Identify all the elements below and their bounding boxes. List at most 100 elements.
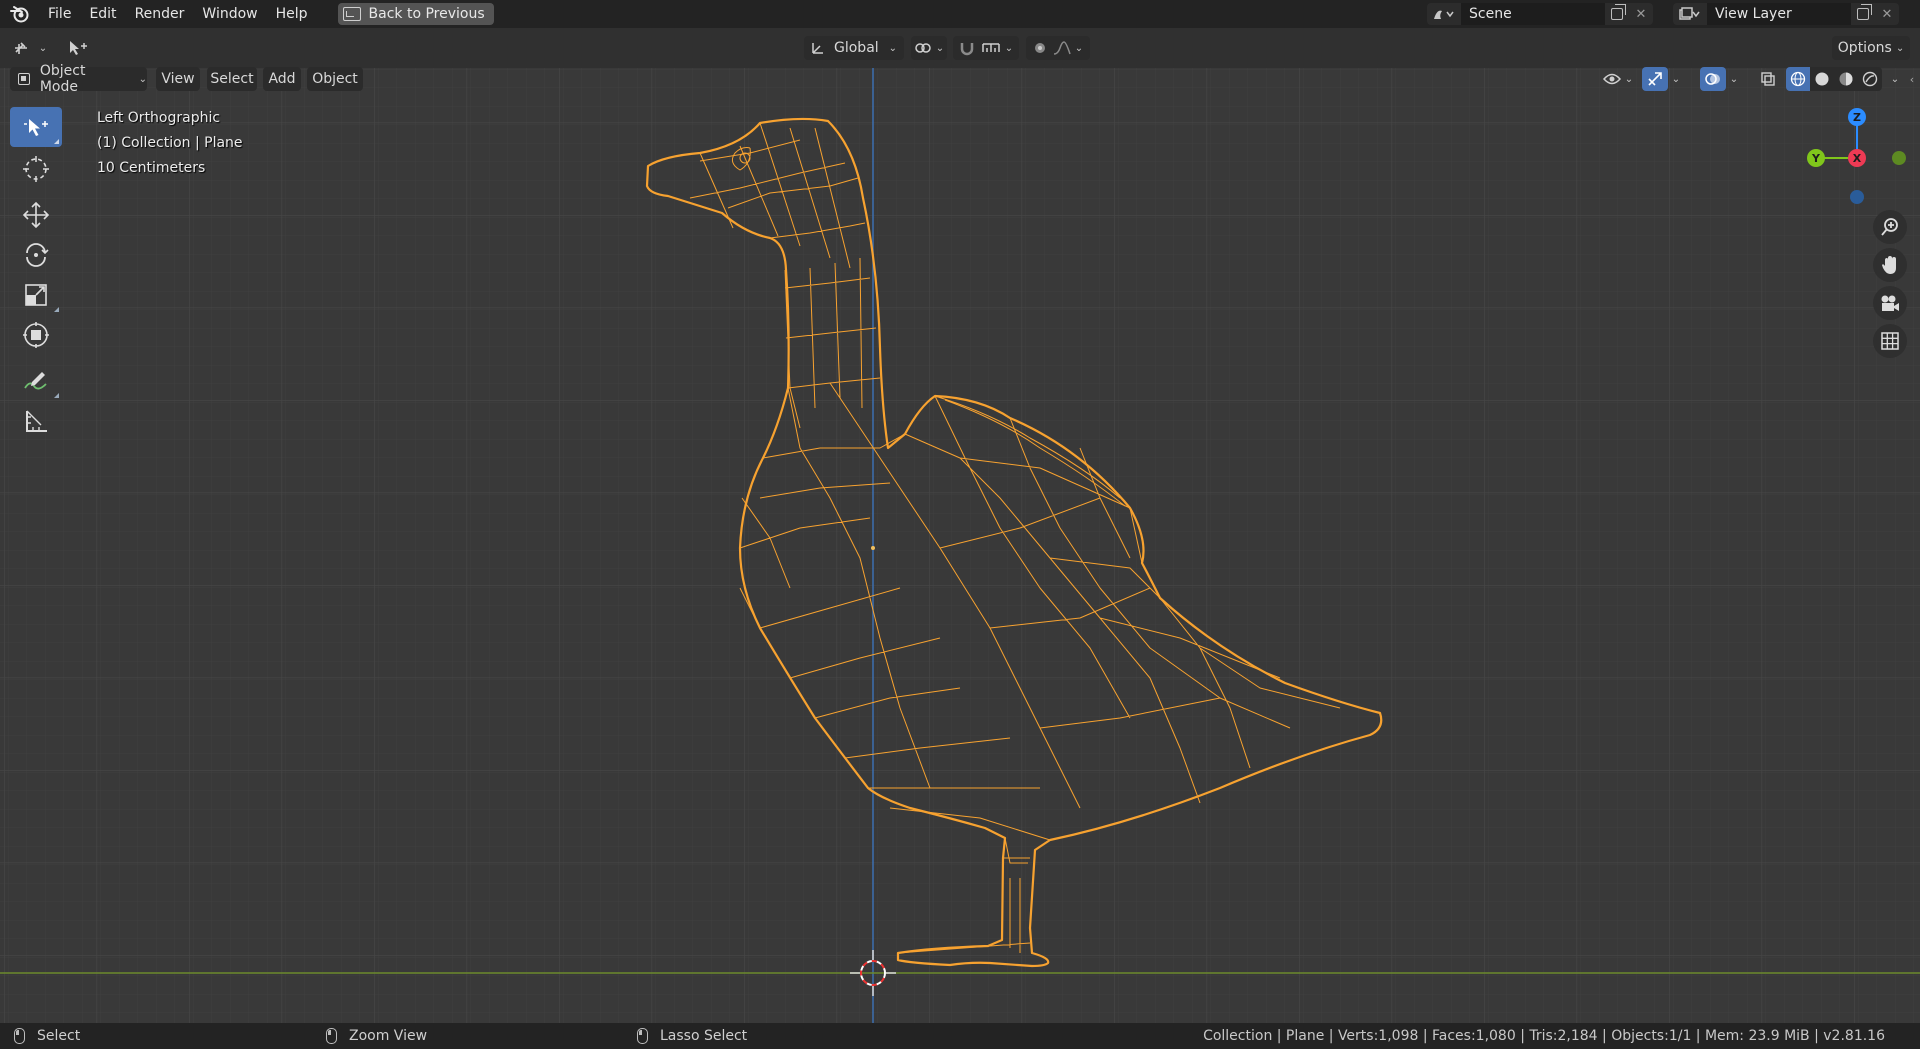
ruler-icon xyxy=(26,410,47,432)
tool-shelf xyxy=(10,107,62,441)
menu-view[interactable]: View xyxy=(156,67,200,91)
chevron-left-icon: ‹ xyxy=(1909,72,1915,86)
xray-toggle[interactable] xyxy=(1756,67,1780,91)
cursor-icon xyxy=(70,41,87,55)
toggle-perspective-button[interactable] xyxy=(1873,324,1907,358)
back-to-previous-button[interactable]: Back to Previous xyxy=(337,3,494,25)
annotate-pencil-icon xyxy=(24,372,47,390)
mouse-middle-icon xyxy=(326,1028,337,1044)
shading-dropdown[interactable]: ⌄ xyxy=(1886,67,1904,91)
transform-orientation-dropdown[interactable]: Global ⌄ xyxy=(804,36,904,60)
mouse-right-icon xyxy=(637,1028,648,1044)
select-box-tool[interactable] xyxy=(10,107,62,147)
gizmo-x-axis[interactable]: X xyxy=(1848,149,1866,167)
visibility-dropdown[interactable]: ⌄ xyxy=(1600,67,1636,91)
rotate-tool[interactable] xyxy=(10,235,62,275)
hand-icon xyxy=(1882,256,1896,274)
top-menu-bar: File Edit Render Window Help Back to Pre… xyxy=(0,0,1920,28)
proportional-icon xyxy=(1034,43,1045,53)
select-tool-settings-button[interactable] xyxy=(62,36,92,60)
eye-icon xyxy=(1602,73,1621,85)
pan-view-button[interactable] xyxy=(1873,248,1907,282)
wireframe-shading-button[interactable] xyxy=(1786,67,1810,91)
overlays-toggle[interactable] xyxy=(1700,67,1726,91)
move-tool[interactable] xyxy=(10,195,62,235)
close-icon: ✕ xyxy=(1881,6,1893,22)
scale-tool[interactable] xyxy=(10,275,62,315)
editor-type-button[interactable]: ⌄ xyxy=(8,36,52,60)
snap-toggle[interactable]: ⌄ xyxy=(953,36,1019,60)
transform-tool[interactable] xyxy=(10,315,62,355)
falloff-curve-icon xyxy=(1053,41,1071,55)
camera-view-button[interactable] xyxy=(1873,286,1907,320)
close-icon: ✕ xyxy=(1635,6,1647,22)
options-dropdown[interactable]: Options ⌄ xyxy=(1832,36,1910,60)
menu-file[interactable]: File xyxy=(39,0,80,28)
delete-view-layer-button[interactable]: ✕ xyxy=(1875,3,1899,25)
scene-statistics: Collection | Plane | Verts:1,098 | Faces… xyxy=(1203,1028,1885,1044)
transform-orientation-label: Global xyxy=(834,40,879,56)
menu-window[interactable]: Window xyxy=(193,0,266,28)
viewport-tool-header: ⌄ Global ⌄ ⌄ ⌄ ⌄ Options ⌄ xyxy=(0,28,1920,68)
zoom-view-button[interactable] xyxy=(1873,210,1907,244)
navigation-gizmo[interactable]: Z Y X xyxy=(1800,105,1910,215)
overlays-dropdown[interactable]: ⌄ xyxy=(1726,67,1742,91)
view-layer-selector: View Layer ✕ xyxy=(1673,3,1899,25)
status-bar: Select Zoom View Lasso Select Collection… xyxy=(0,1023,1920,1049)
menu-render[interactable]: Render xyxy=(126,0,194,28)
editor-type-icon xyxy=(14,42,27,54)
camera-icon xyxy=(1881,295,1899,311)
back-icon xyxy=(342,7,361,21)
gizmo-z-axis[interactable]: Z xyxy=(1848,108,1866,126)
new-view-layer-button[interactable] xyxy=(1851,3,1875,25)
object-mode-dropdown[interactable]: Object Mode ⌄ xyxy=(10,63,147,95)
status-lasso-hint: Lasso Select xyxy=(637,1023,747,1049)
proportional-editing-toggle[interactable]: ⌄ xyxy=(1026,36,1090,60)
status-select-label: Select xyxy=(37,1028,81,1044)
scene-browse-icon[interactable] xyxy=(1427,3,1461,25)
menu-select[interactable]: Select xyxy=(207,67,257,91)
3d-viewport[interactable] xyxy=(0,28,1920,1023)
mouse-left-icon xyxy=(14,1028,25,1044)
gizmo-y-axis[interactable]: Y xyxy=(1807,149,1825,167)
measure-tool[interactable] xyxy=(10,401,62,441)
gizmo-toggle[interactable] xyxy=(1642,67,1668,91)
status-zoom-hint: Zoom View xyxy=(326,1023,427,1049)
options-label: Options xyxy=(1837,40,1892,56)
scene-selector: Scene ✕ xyxy=(1427,3,1653,25)
cursor-tool[interactable] xyxy=(10,149,62,189)
grid-scale: 10 Centimeters xyxy=(97,160,206,176)
menu-object[interactable]: Object xyxy=(307,67,363,91)
solid-shading-button[interactable] xyxy=(1810,67,1834,91)
menu-edit[interactable]: Edit xyxy=(80,0,125,28)
menu-add[interactable]: Add xyxy=(263,67,301,91)
object-mode-label: Object Mode xyxy=(39,63,86,95)
zoom-icon xyxy=(1881,218,1898,236)
gizmo-neg-z-axis[interactable] xyxy=(1850,190,1864,204)
copy-icon xyxy=(1611,4,1626,20)
overlays-icon xyxy=(1705,73,1720,85)
rendered-shading-button[interactable] xyxy=(1858,67,1882,91)
menu-help[interactable]: Help xyxy=(267,0,317,28)
origin-point xyxy=(871,546,875,550)
3d-cursor-tool-icon xyxy=(23,156,49,182)
rotate-icon xyxy=(26,243,49,267)
view-layer-name-field[interactable]: View Layer xyxy=(1707,3,1851,25)
pivot-point-dropdown[interactable]: ⌄ xyxy=(911,36,947,60)
sidebar-toggle[interactable]: ‹ xyxy=(1906,67,1918,91)
annotate-tool[interactable] xyxy=(10,361,62,401)
delete-scene-button[interactable]: ✕ xyxy=(1629,3,1653,25)
scene-name-field[interactable]: Scene xyxy=(1461,3,1605,25)
copy-icon xyxy=(1857,4,1872,20)
gizmo-neg-y-axis[interactable] xyxy=(1892,151,1906,165)
magnet-icon xyxy=(960,43,974,56)
view-layer-browse-icon[interactable] xyxy=(1673,3,1707,25)
gizmo-dropdown[interactable]: ⌄ xyxy=(1668,67,1684,91)
back-to-previous-label: Back to Previous xyxy=(368,6,485,22)
material-sphere-icon xyxy=(1839,72,1853,86)
status-zoom-label: Zoom View xyxy=(349,1028,428,1044)
new-scene-button[interactable] xyxy=(1605,3,1629,25)
viewport-menu-header: Object Mode ⌄ View Select Add Object ⌄ ⌄ … xyxy=(0,63,1920,95)
material-shading-button[interactable] xyxy=(1834,67,1858,91)
blender-logo-icon[interactable] xyxy=(9,3,31,25)
